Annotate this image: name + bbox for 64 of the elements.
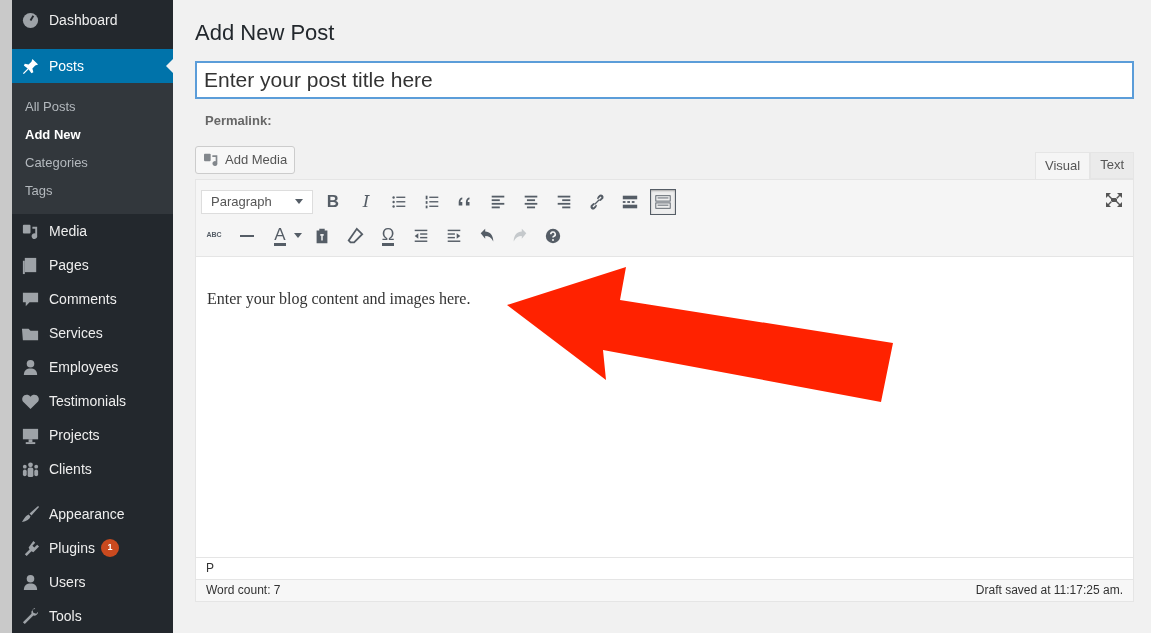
help-icon: [544, 226, 562, 245]
menu-label: Posts: [49, 57, 84, 75]
menu-label: Tools: [49, 607, 82, 625]
menu-item[interactable]: Employees: [12, 350, 173, 384]
permalink-label: Permalink:: [205, 112, 273, 130]
menu-label: Plugins: [49, 539, 95, 557]
menu-label: Clients: [49, 460, 92, 478]
menu-item[interactable]: Services: [12, 316, 173, 350]
pin-icon: [21, 56, 40, 76]
page-title: Add New Post: [195, 19, 336, 47]
word-count: Word count: 7: [206, 582, 281, 599]
user-icon: [21, 572, 40, 592]
caret-icon[interactable]: [294, 233, 302, 238]
menu-item[interactable]: Media: [12, 214, 173, 248]
paintbrush-icon: [21, 504, 40, 524]
menu-label: Dashboard: [49, 11, 118, 29]
menu-label: Users: [49, 573, 86, 591]
menu-item[interactable]: Dashboard: [12, 3, 173, 37]
editor-tab[interactable]: Text: [1090, 151, 1134, 179]
menu-label: Projects: [49, 426, 100, 444]
submenu-item[interactable]: Categories: [12, 149, 173, 177]
submenu-item[interactable]: Add New: [12, 121, 173, 149]
editor-tab[interactable]: Visual: [1034, 151, 1091, 180]
menu-label: Testimonials: [49, 392, 127, 410]
menu-item[interactable]: Clients: [12, 452, 173, 486]
menu-label: Appearance: [49, 505, 125, 523]
menu-item[interactable]: Comments: [12, 282, 173, 316]
menu-item[interactable]: Appearance: [12, 497, 173, 531]
toolbar-button[interactable]: I: [353, 188, 379, 215]
submenu-item[interactable]: All Posts: [12, 93, 173, 121]
menu-item[interactable]: Users: [12, 565, 173, 599]
menu-label: Comments: [49, 290, 117, 308]
person-icon: [21, 357, 40, 377]
update-count-badge: 1: [100, 539, 119, 557]
link-icon: [588, 192, 606, 211]
menu-label: Employees: [49, 358, 119, 376]
caret-icon: [295, 199, 303, 204]
element-path[interactable]: P: [206, 559, 214, 577]
fullscreen-icon[interactable]: [1106, 192, 1122, 207]
menu-label: Services: [49, 324, 103, 342]
menu-label: Media: [49, 222, 88, 240]
add-media-button[interactable]: Add Media: [195, 145, 296, 174]
menu-item[interactable]: Tools: [12, 599, 173, 633]
people-icon: [21, 459, 40, 479]
eraser-icon: [346, 226, 364, 245]
submenu-item[interactable]: Tags: [12, 177, 173, 205]
menu-label: Pages: [49, 256, 89, 274]
menu-item[interactable]: Plugins 1: [12, 531, 173, 565]
menu-item[interactable]: Testimonials: [12, 384, 173, 418]
toolbar-button[interactable]: B: [320, 188, 346, 215]
wrench-icon: [21, 606, 40, 626]
menu-item[interactable]: Posts: [12, 49, 173, 83]
dashboard-icon: [21, 10, 40, 30]
menu-item[interactable]: Projects: [12, 418, 173, 452]
toolbar-button[interactable]: Ω: [375, 222, 401, 249]
horizontal-line-icon: [240, 234, 254, 237]
toolbar-button[interactable]: A: [267, 222, 293, 249]
menu-item[interactable]: Pages: [12, 248, 173, 282]
draft-saved-status: Draft saved at 11:17:25 am.: [975, 582, 1123, 599]
content-text: Enter your blog content and images here.: [207, 288, 471, 310]
keyboard-button[interactable]: [650, 188, 676, 215]
media-icon: [203, 152, 220, 167]
format-dropdown[interactable]: Paragraph: [201, 189, 313, 214]
post-title-field[interactable]: Enter your post title here: [195, 61, 1134, 99]
